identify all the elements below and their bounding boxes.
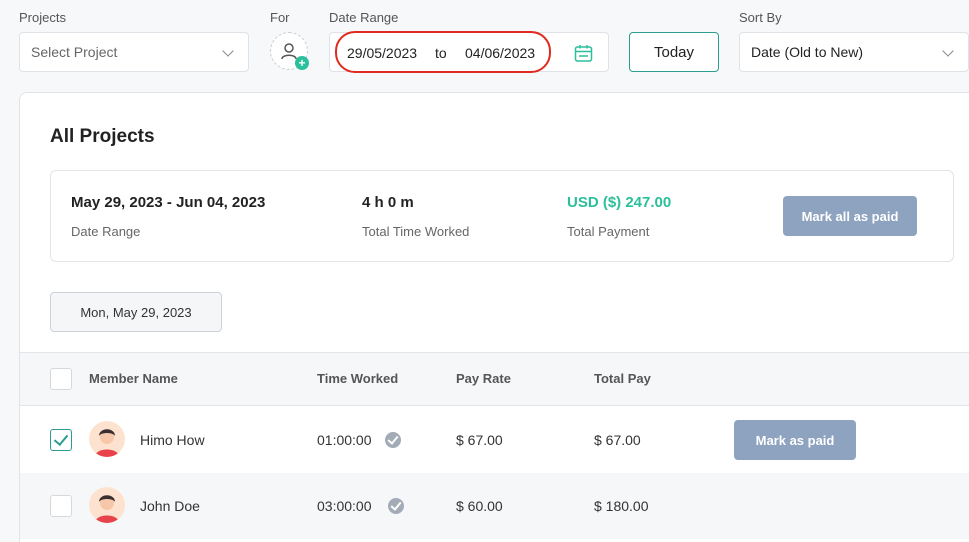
summary-payment-value: USD ($) 247.00 [567, 194, 672, 211]
summary-time-label: Total Time Worked [362, 224, 470, 239]
projects-label: Projects [19, 10, 66, 25]
assign-member-button[interactable]: + [270, 32, 309, 70]
chevron-down-icon [222, 45, 234, 57]
chevron-down-icon [942, 45, 954, 57]
mark-as-paid-button[interactable]: Mark as paid [734, 420, 856, 460]
member-name: Himo How [140, 432, 205, 448]
pay-rate: $ 60.00 [456, 498, 503, 514]
column-total-pay: Total Pay [594, 371, 651, 386]
row-checkbox[interactable] [50, 429, 72, 451]
pay-rate: $ 67.00 [456, 432, 503, 448]
sort-select-value: Date (Old to New) [751, 44, 864, 60]
day-chip[interactable]: Mon, May 29, 2023 [50, 292, 222, 332]
page-title: All Projects [50, 126, 155, 147]
member-name: John Doe [140, 498, 200, 514]
row-checkbox[interactable] [50, 495, 72, 517]
column-pay-rate: Pay Rate [456, 371, 511, 386]
project-select-placeholder: Select Project [31, 44, 118, 60]
column-time-worked: Time Worked [317, 371, 399, 386]
for-label: For [270, 10, 290, 25]
total-pay: $ 67.00 [594, 432, 641, 448]
table-header: Member Name Time Worked Pay Rate Total P… [20, 352, 969, 406]
summary-time-value: 4 h 0 m [362, 194, 414, 211]
person-avatar-icon [95, 495, 119, 523]
check-circle-icon [385, 432, 401, 448]
table-row: John Doe 03:00:00 $ 60.00 $ 180.00 [20, 473, 969, 539]
person-avatar-icon [95, 429, 119, 457]
date-range-label: Date Range [329, 10, 399, 25]
summary-date-range-value: May 29, 2023 - Jun 04, 2023 [71, 194, 266, 211]
avatar [89, 421, 125, 457]
summary-date-range-label: Date Range [71, 224, 141, 239]
today-button[interactable]: Today [629, 32, 719, 72]
date-range-highlight [335, 31, 551, 73]
avatar [89, 487, 125, 523]
sort-select[interactable]: Date (Old to New) [739, 32, 969, 72]
projects-panel: All Projects May 29, 2023 - Jun 04, 2023… [19, 92, 969, 542]
select-all-checkbox[interactable] [50, 368, 72, 390]
column-member-name: Member Name [89, 371, 178, 386]
summary-payment-label: Total Payment [567, 224, 650, 239]
total-pay: $ 180.00 [594, 498, 649, 514]
sort-by-label: Sort By [739, 10, 782, 25]
calendar-icon[interactable] [574, 44, 593, 63]
check-circle-icon [388, 498, 404, 514]
summary-card: May 29, 2023 - Jun 04, 2023 Date Range 4… [50, 170, 954, 262]
plus-icon: + [295, 56, 309, 70]
table-row: Himo How 01:00:00 $ 67.00 $ 67.00 Mark a… [20, 407, 969, 473]
time-worked: 03:00:00 [317, 498, 372, 514]
time-worked: 01:00:00 [317, 432, 372, 448]
mark-all-paid-button[interactable]: Mark all as paid [783, 196, 917, 236]
project-select[interactable]: Select Project [19, 32, 249, 72]
